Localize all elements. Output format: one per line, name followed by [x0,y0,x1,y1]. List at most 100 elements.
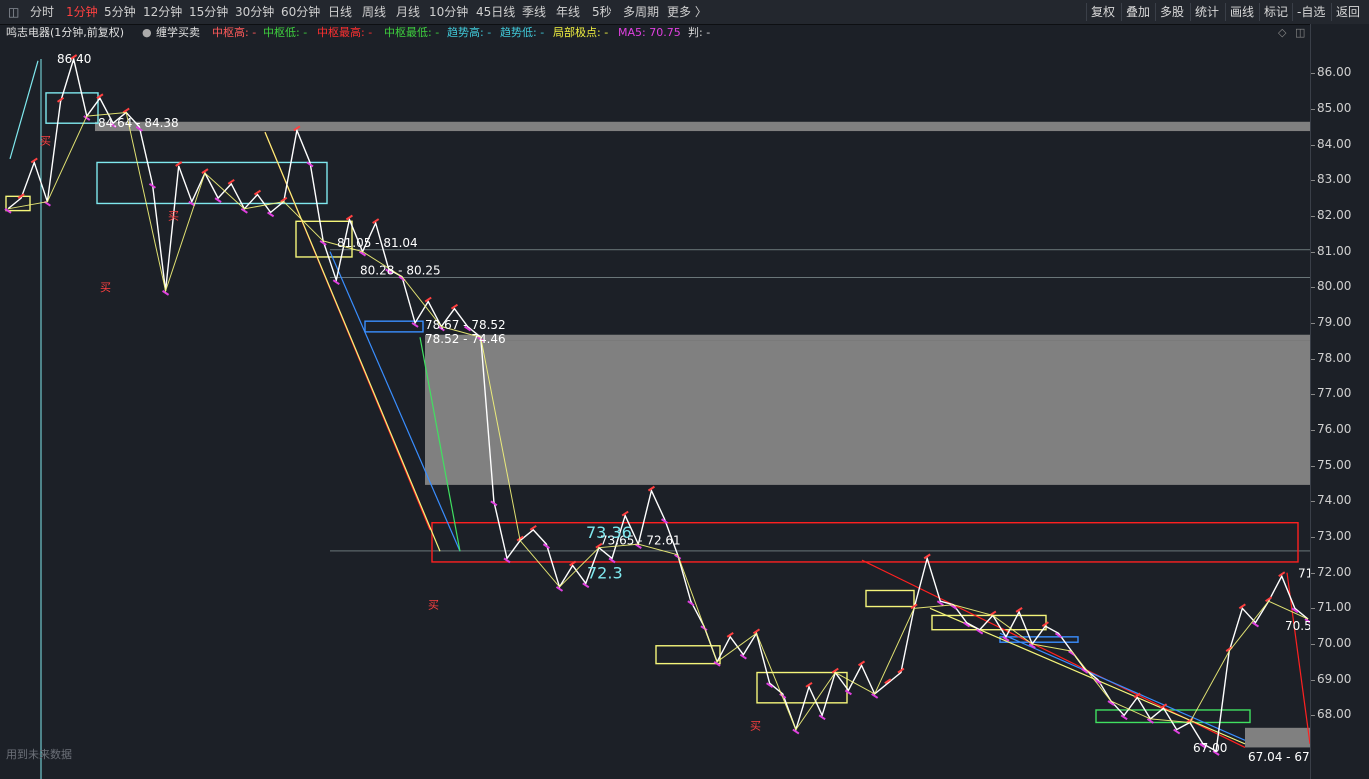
axis-tick [1311,429,1315,431]
indicator-value: 中枢最高: - [317,26,373,39]
axis-tick-label: 75.00 [1317,457,1352,472]
period-tab[interactable]: 12分钟 [143,4,182,20]
period-tab[interactable]: 月线 [396,4,420,20]
trend-line [264,131,441,552]
axis-tick [1311,215,1315,217]
axis-tick-label: 72.00 [1317,564,1352,579]
axis-tick [1311,394,1315,396]
toolbar-button[interactable]: 多股 [1155,3,1188,21]
axis-tick [1311,715,1315,717]
axis-tick-label: 80.00 [1317,279,1352,294]
zone-rect [95,121,1310,132]
period-tab[interactable]: 60分钟 [281,4,320,20]
panel-toggle-icon[interactable]: ◫ [8,4,19,20]
indicator-value: MA5: 70.75 [618,26,681,39]
hub-box [655,645,721,665]
toolbar-button[interactable]: 统计 [1190,3,1223,21]
toolbar: ◫ 分时 1分钟 5分钟 12分钟 15分钟 30分钟 60分钟 日线 周线 月线 10分钟 45日线… [0,0,1369,25]
axis-tick [1311,643,1315,645]
chart-annotation: 84.64 - 84.38 [98,116,179,130]
toolbar-button[interactable]: 叠加 [1121,3,1154,21]
indicator-toggle-icon[interactable]: ● [142,24,152,41]
chart-annotation: 80.28 - 80.25 [360,263,441,277]
axis-tick [1311,108,1315,110]
indicator-bar: 鸣志电器(1分钟,前复权) ● 缠学买卖 中枢高: - 中枢低: - 中枢最高: -… [0,24,1310,41]
hub-box [865,589,915,608]
indicator-value: 中枢最低: - [384,26,440,39]
price-axis: 86.00 85.00 84.00 83.00 82.00 81.00 80.00 79.00… [1310,24,1369,779]
period-tab[interactable]: 1分钟 [66,4,98,20]
footnote-text: 用到未来数据 [6,748,72,761]
toolbar-button[interactable]: -自选 [1292,3,1329,21]
period-tab[interactable]: 5秒 [592,4,612,20]
axis-tick-label: 70.00 [1317,635,1352,650]
hub-box [999,636,1079,643]
axis-tick-label: 85.00 [1317,100,1352,115]
period-tab[interactable]: 10分钟 [429,4,468,20]
period-tab[interactable]: 15分钟 [189,4,228,20]
axis-tick-label: 83.00 [1317,172,1352,187]
axis-tick-label: 77.00 [1317,386,1352,401]
zone-rect [1245,727,1310,748]
period-tab[interactable]: 多周期 [623,4,659,20]
indicator-value: 趋势低: - [500,26,545,39]
zone-rect [425,340,1310,485]
buy-marker: 买 [100,281,111,294]
period-tab[interactable]: 周线 [362,4,386,20]
buy-marker: 买 [40,135,51,148]
axis-tick [1311,572,1315,574]
axis-tick [1311,608,1315,610]
chart-annotation: 78.52 - 74.46 [425,332,506,346]
indicator-value: 判: - [688,26,711,39]
chart-annotation: 78.67 - 78.52 [425,318,506,332]
chart-annotation: 70.53 [1285,619,1310,633]
axis-tick [1311,501,1315,503]
axis-tick [1311,358,1315,360]
toolbar-button[interactable]: 标记 [1259,3,1292,21]
indicator-name[interactable]: 缠学买卖 [156,24,200,41]
zone-rect [425,334,1310,341]
period-tab[interactable]: 更多 〉 [667,4,707,20]
stock-title[interactable]: 鸣志电器(1分钟,前复权) [6,24,124,41]
axis-tick-label: 68.00 [1317,707,1352,722]
axis-tick-label: 71.00 [1317,600,1352,615]
period-tab[interactable]: 季线 [522,4,546,20]
period-tab[interactable]: 年线 [556,4,580,20]
axis-tick-label: 73.00 [1317,528,1352,543]
toolbar-button[interactable]: 画线 [1225,3,1258,21]
axis-tick-label: 78.00 [1317,350,1352,365]
period-tab[interactable]: 分时 [30,4,54,20]
chart-annotation: 72.3 [587,563,623,582]
chart-annotation: 71.6 [1298,567,1310,581]
indicator-value: 中枢高: - [212,26,257,39]
chart-annotation: 81.05 - 81.04 [337,236,418,250]
kline-chart[interactable]: 86.40 84.64 - 84.38 81.05 - 81.04 80.28 - 8… [0,41,1310,779]
axis-tick-label: 86.00 [1317,65,1352,80]
hub-box [431,522,1299,563]
trend-line [9,60,39,160]
chart-annotation: 73.36 [586,523,632,542]
diamond-icon[interactable]: ◇ [1278,24,1286,41]
chart-annotation: 67.00 [1193,741,1227,755]
hub-box [45,92,99,124]
toolbar-button[interactable]: 返回 [1331,3,1364,21]
chart-annotation: 86.40 [57,52,91,66]
axis-tick-label: 82.00 [1317,207,1352,222]
axis-tick-label: 84.00 [1317,136,1352,151]
period-tab[interactable]: 30分钟 [235,4,274,20]
period-tab[interactable]: 日线 [328,4,352,20]
period-tab[interactable]: 5分钟 [104,4,136,20]
window-toggle-icon[interactable]: ◫ [1295,24,1305,41]
indicator-value: 中枢低: - [263,26,308,39]
buy-marker: 买 [428,598,439,611]
trend-line [999,632,1246,741]
axis-tick [1311,536,1315,538]
indicator-value: 局部极点: - [553,26,609,39]
axis-tick [1311,679,1315,681]
buy-marker: 买 [168,210,179,223]
chart-annotation: 67.04 - 67.6 [1248,750,1310,764]
axis-tick-label: 79.00 [1317,314,1352,329]
indicator-value: 趋势高: - [447,26,492,39]
period-tab[interactable]: 45日线 [476,4,515,20]
toolbar-button[interactable]: 复权 [1086,3,1119,21]
